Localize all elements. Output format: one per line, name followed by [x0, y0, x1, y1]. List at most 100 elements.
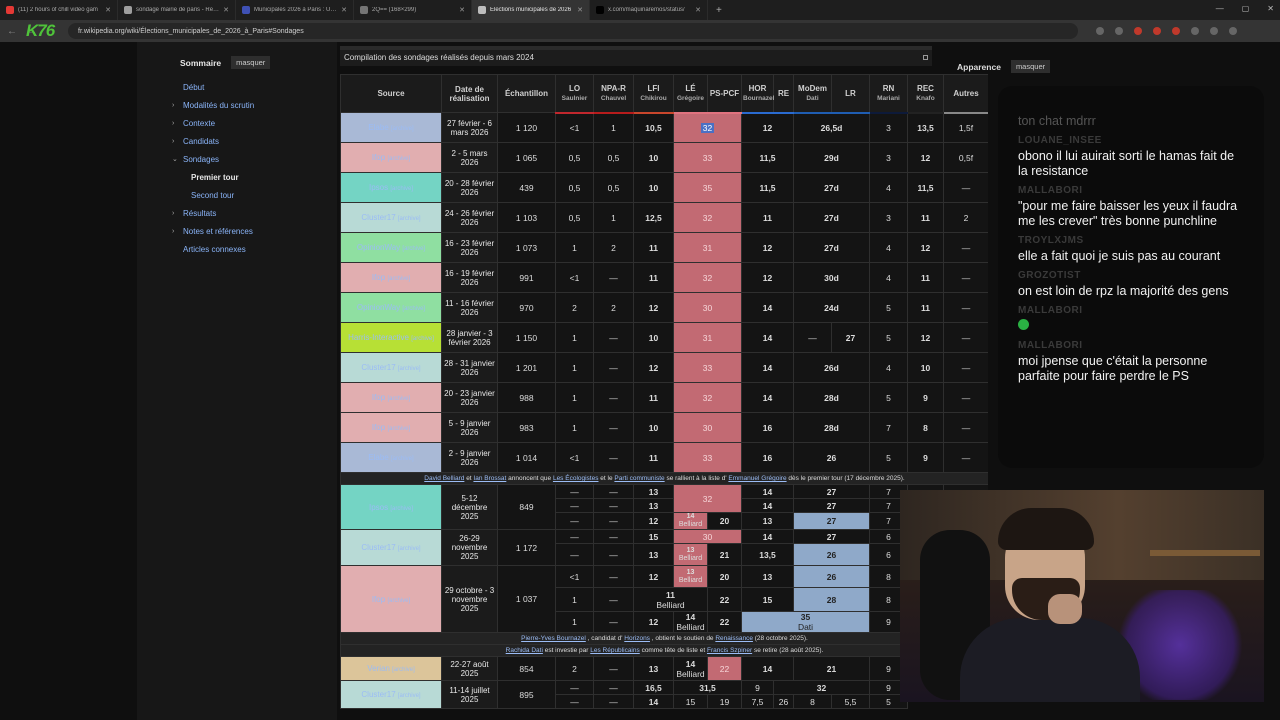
col-header-party[interactable]: LR	[831, 74, 870, 114]
toc-item[interactable]: Articles connexes	[180, 245, 330, 263]
toc-item[interactable]: › Modalités du scrutin	[172, 101, 330, 119]
toc-chevron-icon[interactable]: ›	[172, 101, 180, 119]
browser-tab[interactable]: 2Q== (168×299) ✕	[354, 0, 472, 20]
note-link[interactable]: David Belliard	[424, 475, 464, 482]
tab-close-icon[interactable]: ✕	[105, 6, 111, 14]
pollster-link[interactable]: Cluster17	[361, 363, 395, 372]
pollster-link[interactable]: OpinionWay	[357, 243, 400, 252]
archive-link[interactable]: [archive]	[402, 246, 425, 252]
pollster-link[interactable]: Cluster17	[361, 543, 395, 552]
appearance-hide-button[interactable]: masquer	[1010, 60, 1051, 73]
archive-link[interactable]: [archive]	[387, 426, 410, 432]
archive-link[interactable]: [archive]	[398, 366, 421, 372]
pollster-link[interactable]: Elabe	[368, 453, 388, 462]
archive-link[interactable]: [archive]	[398, 546, 421, 552]
col-header-party[interactable]: RN Mariani	[869, 74, 908, 114]
toc-item[interactable]: Début	[180, 83, 330, 101]
note-link[interactable]: Pierre-Yves Bournazel	[521, 635, 586, 642]
archive-link[interactable]: [archive]	[391, 126, 414, 132]
tab-close-icon[interactable]: ✕	[695, 6, 701, 14]
pollster-link[interactable]: Harris-Interactive	[348, 333, 409, 342]
archive-link[interactable]: [archive]	[398, 216, 421, 222]
archive-link[interactable]: [archive]	[387, 276, 410, 282]
archive-link[interactable]: [archive]	[390, 506, 413, 512]
back-icon[interactable]: ←	[6, 26, 18, 37]
col-header-party[interactable]: PS-PCF	[707, 74, 742, 114]
pollster-link[interactable]: Ifop	[372, 153, 385, 162]
archive-link[interactable]: [archive]	[390, 186, 413, 192]
tab-close-icon[interactable]: ✕	[577, 6, 583, 14]
browser-tab[interactable]: sondage mairie de paris - Rech ✕	[118, 0, 236, 20]
toc-item[interactable]: › Résultats	[172, 209, 330, 227]
note-link[interactable]: Rachida Dati	[506, 647, 543, 654]
new-tab-icon[interactable]: +	[708, 5, 730, 16]
note-link[interactable]: Les Républicains	[590, 647, 640, 654]
pollster-link[interactable]: Elabe	[368, 123, 388, 132]
menu-kebab-icon[interactable]	[1229, 27, 1237, 35]
toc-item[interactable]: Premier tour	[180, 173, 330, 191]
col-header-party[interactable]: HOR Bournazel	[741, 74, 774, 114]
note-link[interactable]: Les Écologistes	[553, 475, 599, 482]
pollster-link[interactable]: Ifop	[372, 595, 385, 604]
pollster-link[interactable]: Ipsos	[369, 183, 388, 192]
toc-chevron-icon[interactable]: ›	[172, 137, 180, 155]
archive-link[interactable]: [archive]	[392, 667, 415, 673]
note-link[interactable]: Francis Szpiner	[707, 647, 752, 654]
col-header-party[interactable]: RE	[773, 74, 794, 114]
archive-link[interactable]: [archive]	[402, 306, 425, 312]
toc-hide-button[interactable]: masquer	[231, 56, 271, 69]
toc-item[interactable]: ⌄ Sondages	[172, 155, 330, 173]
browser-tab[interactable]: (11) 2 hours of chill video gam ✕	[0, 0, 118, 20]
browser-tab[interactable]: x.com/maquinaremos/status/ ✕	[590, 0, 708, 20]
toc-chevron-icon[interactable]: ›	[172, 209, 180, 227]
note-link[interactable]: Emmanuel Grégoire	[728, 475, 786, 482]
zoom-icon[interactable]	[1096, 27, 1104, 35]
pollster-link[interactable]: Verian	[367, 664, 390, 673]
extension-icon[interactable]	[1153, 27, 1161, 35]
tab-close-icon[interactable]: ✕	[341, 6, 347, 14]
browser-tab[interactable]: Municipales 2026 à Paris : Un s ✕	[236, 0, 354, 20]
archive-link[interactable]: [archive]	[391, 456, 414, 462]
pollster-link[interactable]: Ifop	[372, 393, 385, 402]
archive-link[interactable]: [archive]	[411, 336, 434, 342]
archive-link[interactable]: [archive]	[387, 396, 410, 402]
toc-item[interactable]: › Candidats	[172, 137, 330, 155]
pollster-link[interactable]: Cluster17	[361, 213, 395, 222]
archive-link[interactable]: [archive]	[398, 693, 421, 699]
pollster-link[interactable]: Cluster17	[361, 690, 395, 699]
browser-tab[interactable]: Élections municipales de 2026 ✕	[472, 0, 590, 20]
toc-chevron-icon[interactable]: ›	[172, 119, 180, 137]
col-header-party[interactable]: REC Knafo	[907, 74, 944, 114]
col-header-party[interactable]: NPA-R Chauvel	[593, 74, 634, 114]
close-window-icon[interactable]: ✕	[1267, 4, 1274, 13]
expand-icon[interactable]	[923, 55, 928, 60]
toc-item[interactable]: Second tour	[180, 191, 330, 209]
extension-icon[interactable]	[1134, 27, 1142, 35]
maximize-icon[interactable]: ▢	[1242, 4, 1250, 13]
col-header-party[interactable]: MoDem Dati	[793, 74, 832, 114]
pollster-link[interactable]: Ifop	[372, 423, 385, 432]
note-link[interactable]: Horizons	[624, 635, 650, 642]
minimize-icon[interactable]: —	[1216, 4, 1224, 13]
url-field[interactable]: fr.wikipedia.org/wiki/Élections_municipa…	[68, 23, 1078, 39]
archive-link[interactable]: [archive]	[387, 156, 410, 162]
tab-close-icon[interactable]: ✕	[459, 6, 465, 14]
note-link[interactable]: Renaissance	[715, 635, 753, 642]
col-header-party[interactable]: Autres	[943, 74, 988, 114]
col-header-party[interactable]: LO Saulnier	[555, 74, 594, 114]
extension-icon[interactable]	[1172, 27, 1180, 35]
toc-item[interactable]: › Contexte	[172, 119, 330, 137]
bookmark-star-icon[interactable]	[1115, 27, 1123, 35]
tab-close-icon[interactable]: ✕	[223, 6, 229, 14]
col-header-party[interactable]: LÉ Grégoire	[673, 74, 708, 114]
pollster-link[interactable]: Ipsos	[369, 503, 388, 512]
toc-chevron-icon[interactable]: ›	[172, 227, 180, 245]
note-link[interactable]: Parti communiste	[614, 475, 664, 482]
profile-icon[interactable]	[1210, 27, 1218, 35]
pollster-link[interactable]: Ifop	[372, 273, 385, 282]
toc-item[interactable]: › Notes et références	[172, 227, 330, 245]
note-link[interactable]: Ian Brossat	[473, 475, 506, 482]
col-header-party[interactable]: LFI Chikirou	[633, 74, 674, 114]
pollster-link[interactable]: OpinionWay	[357, 303, 400, 312]
extensions-puzzle-icon[interactable]	[1191, 27, 1199, 35]
